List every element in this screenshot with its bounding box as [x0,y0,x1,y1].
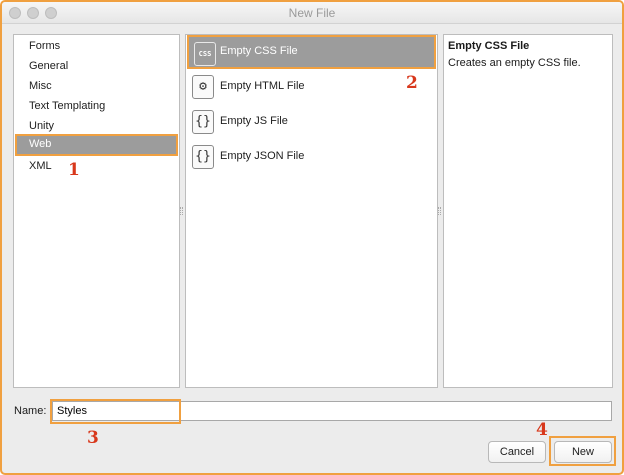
name-label: Name: [14,405,47,417]
html-file-icon: ⚙ [192,75,214,99]
description-text: Creates an empty CSS file. [448,57,581,69]
step-4-annotation: 4 [536,420,548,440]
title-bar: New File [2,2,622,24]
category-item-misc[interactable]: Misc [15,76,178,96]
category-item-xml[interactable]: XML [15,156,178,176]
js-file-icon: {} [192,110,214,134]
json-file-icon: {} [192,145,214,169]
category-item-unity[interactable]: Unity [15,116,178,136]
category-item-forms[interactable]: Forms [15,36,178,56]
name-input[interactable] [52,401,612,421]
description-title: Empty CSS File [448,40,530,52]
category-item-web[interactable]: Web [15,134,178,156]
cancel-button[interactable]: Cancel [488,441,546,463]
category-item-general[interactable]: General [15,56,178,76]
window-title: New File [288,6,336,20]
template-label: Empty CSS File [220,45,298,57]
step-3-annotation: 3 [87,428,99,448]
category-list: Forms General Misc Text Templating Unity… [13,34,180,388]
new-button[interactable]: New [554,441,612,463]
template-list: CSS Empty CSS File ⚙ Empty HTML File {} … [185,34,438,388]
description-panel: Empty CSS File Creates an empty CSS file… [443,34,613,388]
splitter-handle[interactable] [180,207,183,215]
step-1-annotation: 1 [68,160,80,180]
template-item-empty-css-file[interactable]: CSS Empty CSS File [187,35,436,69]
splitter-handle[interactable] [438,207,441,215]
category-item-text-templating[interactable]: Text Templating [15,96,178,116]
template-item-empty-json-file[interactable]: {} Empty JSON File [187,140,436,174]
step-2-annotation: 2 [406,73,418,93]
template-item-empty-html-file[interactable]: ⚙ Empty HTML File [187,70,436,104]
template-item-empty-js-file[interactable]: {} Empty JS File [187,105,436,139]
template-label: Empty JS File [220,115,288,127]
template-label: Empty HTML File [220,80,305,92]
new-file-dialog: New File Forms General Misc Text Templat… [0,0,624,475]
template-label: Empty JSON File [220,150,305,162]
css-file-icon: CSS [194,42,216,66]
